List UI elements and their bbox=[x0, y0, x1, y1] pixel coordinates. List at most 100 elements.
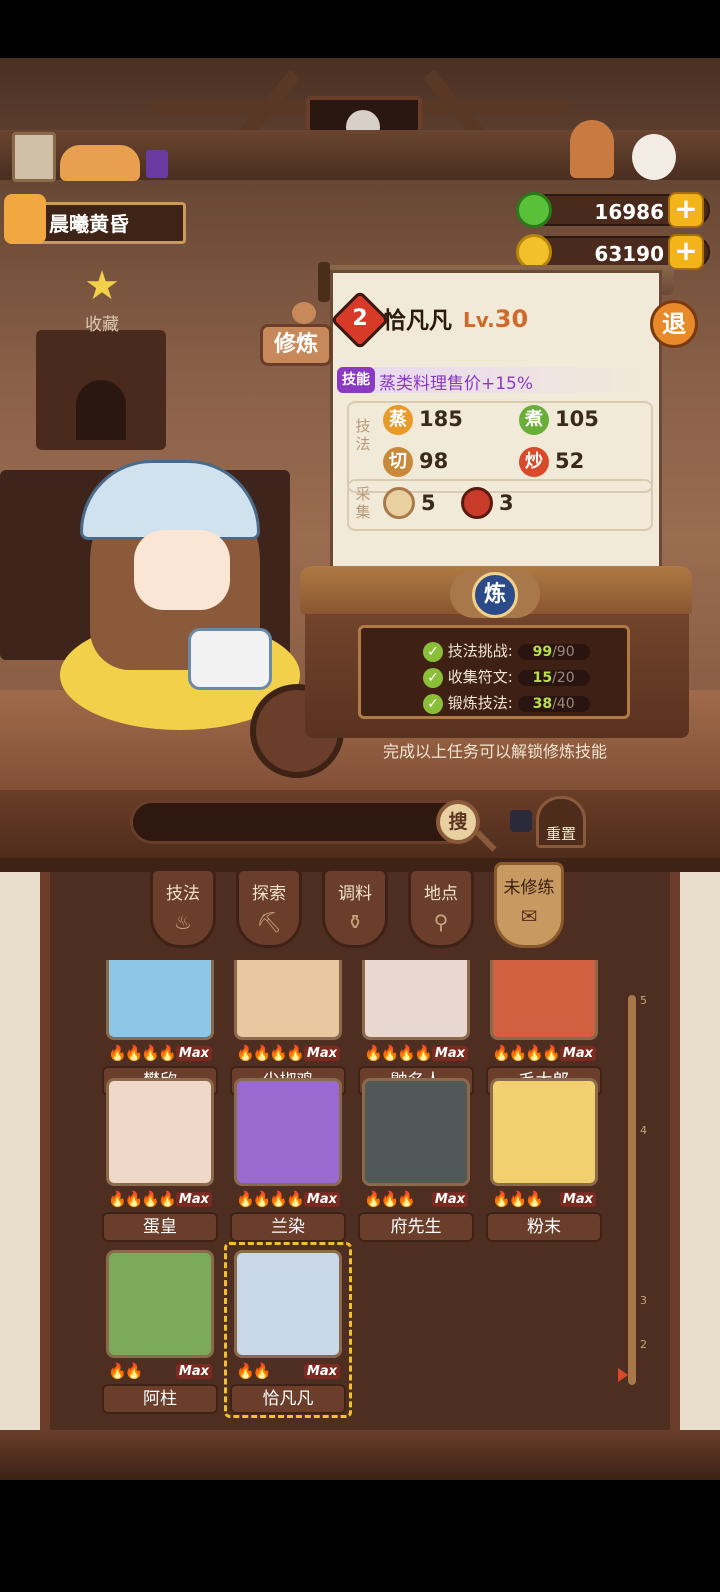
task-label: 收集符文: bbox=[447, 668, 513, 686]
flame-rating-icon: 🔥🔥🔥🔥 bbox=[108, 1190, 177, 1208]
chef-card[interactable]: 🔥🔥🔥🔥Max毛太郎 bbox=[486, 960, 602, 1096]
coin-value: 63190 bbox=[594, 242, 664, 266]
search-input[interactable] bbox=[130, 800, 470, 844]
level-value: 30 bbox=[494, 305, 529, 333]
tab-train[interactable]: 修炼 bbox=[260, 324, 332, 366]
task-progress-current: 38 bbox=[532, 696, 553, 712]
chef-card[interactable]: 🔥🔥🔥🔥Max鼬名人 bbox=[358, 960, 474, 1096]
add-jade-button[interactable]: + bbox=[668, 192, 704, 228]
bottom-ledge bbox=[0, 1430, 720, 1480]
chef-card-portrait bbox=[362, 960, 470, 1040]
scroll-rail[interactable] bbox=[628, 995, 636, 1385]
chef-card[interactable]: 🔥🔥🔥🔥 Max 兰染 bbox=[230, 1078, 346, 1242]
max-badge: Max bbox=[559, 1046, 596, 1061]
chef-card[interactable]: 🔥🔥🔥 Max 府先生 bbox=[358, 1078, 474, 1242]
task-label: 锻炼技法: bbox=[447, 694, 513, 712]
refine-hint: 完成以上任务可以解锁修炼技能 bbox=[382, 742, 607, 761]
tab-technique[interactable]: 技法 ♨ bbox=[150, 868, 216, 948]
bun-collect-value: 5 bbox=[421, 491, 436, 515]
fry-stat-icon: 炒 bbox=[519, 447, 549, 477]
tab-location-label: 地点 bbox=[424, 884, 458, 904]
chef-card-name: 府先生 bbox=[358, 1212, 474, 1242]
exit-button[interactable]: 退 bbox=[650, 300, 698, 348]
chef-card[interactable]: 🔥🔥🔥 Max 粉末 bbox=[486, 1078, 602, 1242]
stove-opening bbox=[76, 380, 126, 440]
paw-poster-icon bbox=[12, 132, 56, 182]
max-badge: Max bbox=[431, 1046, 468, 1061]
flame-rating-icon: 🔥🔥🔥🔥 bbox=[108, 1044, 177, 1062]
chef-card-portrait bbox=[106, 960, 214, 1040]
check-icon: ✓ bbox=[423, 694, 443, 714]
flame-rating-icon: 🔥🔥🔥 bbox=[492, 1190, 544, 1208]
chef-card[interactable]: 🔥🔥 Max 阿柱 bbox=[102, 1250, 218, 1414]
task-progress: 99/90 bbox=[517, 644, 590, 660]
bottle-icon: ⚱ bbox=[346, 910, 364, 934]
tab-seasoning[interactable]: 调料 ⚱ bbox=[322, 868, 388, 948]
task-progress: 15/20 bbox=[517, 670, 590, 686]
check-icon: ✓ bbox=[423, 642, 443, 662]
shovel-icon: ⛏ bbox=[256, 910, 282, 934]
max-badge: Max bbox=[559, 1192, 596, 1207]
tab-explore[interactable]: 探索 ⛏ bbox=[236, 868, 302, 948]
scroll-rod-end-left bbox=[318, 262, 330, 302]
skill-description: 蒸类料理售价+15% bbox=[379, 374, 534, 394]
tab-untrained-label: 未修练 bbox=[503, 878, 555, 898]
tab-explore-label: 探索 bbox=[252, 884, 286, 904]
task-row: ✓ 收集符文: 15/20 bbox=[423, 666, 590, 690]
boil-stat-value: 105 bbox=[555, 407, 599, 431]
flame-rating-icon: 🔥🔥 bbox=[108, 1362, 143, 1380]
boil-stat-icon: 煮 bbox=[519, 405, 549, 435]
check-icon: ✓ bbox=[423, 668, 443, 688]
reset-button[interactable]: 重置 bbox=[536, 796, 586, 848]
time-label: 晨曦黄昏 bbox=[49, 212, 129, 236]
task-progress-current: 15 bbox=[532, 670, 553, 686]
task-list: ✓ 技法挑战: 99/90 ✓ 收集符文: 15/20 ✓ 锻炼技法: 38/4… bbox=[358, 625, 630, 719]
favorite-label: 收藏 bbox=[85, 315, 119, 335]
chef-detail-scroll: 2 恰凡凡 Lv.30 技能 蒸类料理售价+15% 技法 蒸 185 煮 105… bbox=[330, 270, 662, 588]
time-of-day-icon bbox=[4, 194, 46, 244]
task-progress-max: /20 bbox=[552, 670, 575, 686]
chef-card[interactable]: 🔥🔥 Max 恰凡凡 bbox=[224, 1242, 352, 1418]
location-pin-icon: ⚲ bbox=[433, 910, 449, 934]
level-prefix: Lv. bbox=[463, 308, 495, 332]
star-icon[interactable]: ★ bbox=[80, 264, 124, 308]
rail-tick: 2 bbox=[640, 1338, 647, 1351]
flame-rating-icon: 🔥🔥🔥 bbox=[364, 1190, 416, 1208]
rail-tick: 3 bbox=[640, 1294, 647, 1307]
steam-stat-value: 185 bbox=[419, 407, 463, 431]
technique-label: 技法 bbox=[355, 417, 371, 453]
chef-card[interactable]: 🔥🔥🔥🔥Max樊欣 bbox=[102, 960, 218, 1096]
chef-card-name: 蛋皇 bbox=[102, 1212, 218, 1242]
game-screen: 晨曦黄昏 ★ 收藏 16986 + 63190 + 2 恰凡凡 Lv.30 技能… bbox=[0, 0, 720, 1592]
rail-marker-icon bbox=[618, 1368, 628, 1382]
scroll-icon: ✉ bbox=[520, 904, 538, 928]
chef-card[interactable]: 🔥🔥🔥🔥Max尖椒鸡 bbox=[230, 960, 346, 1096]
flame-rating-icon: 🔥🔥🔥🔥 bbox=[492, 1044, 561, 1062]
task-progress-current: 99 bbox=[532, 644, 553, 660]
max-badge: Max bbox=[431, 1192, 468, 1207]
bun-collect-icon bbox=[383, 487, 415, 519]
max-badge: Max bbox=[175, 1364, 212, 1379]
chef-card-portrait bbox=[234, 1078, 342, 1186]
tab-untrained[interactable]: 未修练 ✉ bbox=[494, 862, 564, 948]
chef-grid: 🔥🔥🔥🔥Max樊欣🔥🔥🔥🔥Max尖椒鸡🔥🔥🔥🔥Max鼬名人🔥🔥🔥🔥Max毛太郎🔥… bbox=[102, 960, 612, 1420]
flame-rating-icon: 🔥🔥🔥🔥 bbox=[364, 1044, 433, 1062]
chef-card-name: 兰染 bbox=[230, 1212, 346, 1242]
pot-icon: ♨ bbox=[174, 910, 192, 934]
search-button[interactable]: 搜 bbox=[436, 800, 480, 844]
tab-location[interactable]: 地点 ⚲ bbox=[408, 868, 474, 948]
fry-stat-value: 52 bbox=[555, 449, 585, 473]
collect-label: 采集 bbox=[355, 485, 371, 521]
white-cat-icon bbox=[632, 134, 676, 180]
task-progress: 38/40 bbox=[517, 696, 590, 712]
add-coin-button[interactable]: + bbox=[668, 234, 704, 270]
npc-chef-icon bbox=[570, 120, 614, 178]
chef-card[interactable]: 🔥🔥🔥🔥 Max 蛋皇 bbox=[102, 1078, 218, 1242]
cat-peek-icon bbox=[510, 810, 532, 832]
max-badge: Max bbox=[175, 1046, 212, 1061]
steam-stat-icon: 蒸 bbox=[383, 405, 413, 435]
tab-technique-label: 技法 bbox=[166, 884, 200, 904]
refine-button[interactable]: 炼 bbox=[472, 572, 518, 618]
chef-card-portrait bbox=[362, 1078, 470, 1186]
chef-card-portrait bbox=[490, 1078, 598, 1186]
